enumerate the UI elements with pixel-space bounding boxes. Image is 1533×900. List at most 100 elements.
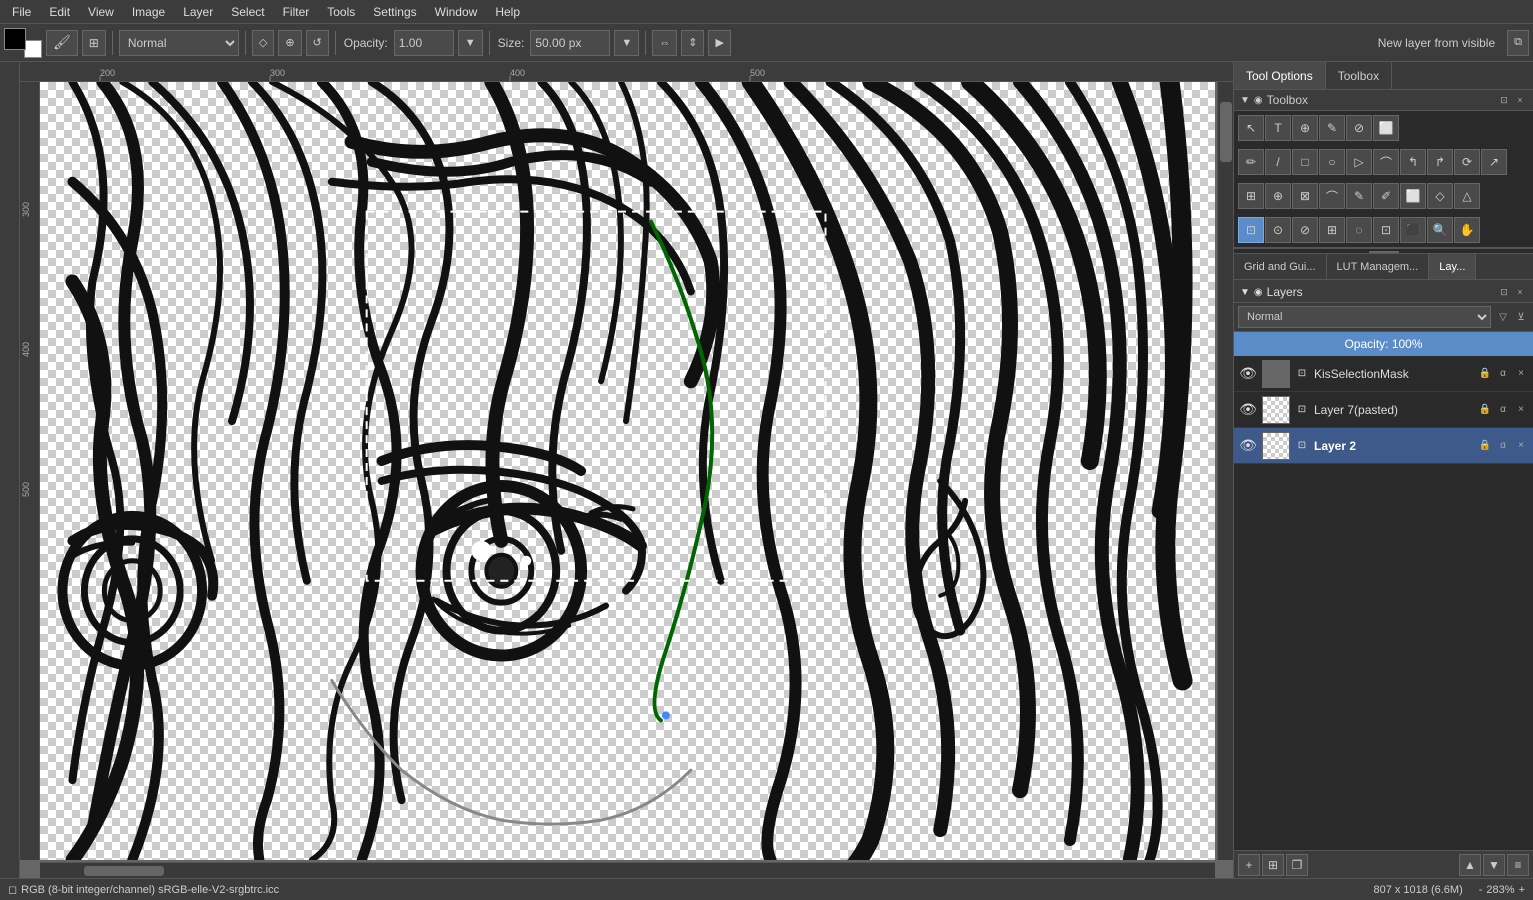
layer-item-2[interactable]: 👁 ⊡ Layer 2 🔒 α × <box>1234 428 1533 464</box>
layers-opacity-bar[interactable]: Opacity: 100% <box>1234 332 1533 356</box>
layer-settings-btn[interactable]: ≡ <box>1507 854 1529 876</box>
tool-rect-select[interactable]: ⊡ <box>1238 217 1264 243</box>
tool-freehand[interactable]: ↰ <box>1400 149 1426 175</box>
toolbox-wc-expand[interactable]: ⊡ <box>1497 93 1511 107</box>
tool-pan[interactable]: ✋ <box>1454 217 1480 243</box>
layers-mode-select[interactable]: Normal <box>1238 306 1491 328</box>
vscroll-thumb[interactable] <box>1220 102 1232 162</box>
tool-icon-grid[interactable]: ⊞ <box>82 30 106 56</box>
tool-line[interactable]: / <box>1265 149 1291 175</box>
tool-measure[interactable]: △ <box>1454 183 1480 209</box>
more-btn[interactable]: ▶ <box>708 30 730 56</box>
menu-tools[interactable]: Tools <box>319 3 363 21</box>
layer-down-btn[interactable]: ▼ <box>1483 854 1505 876</box>
tool-similar-select[interactable]: ⊡ <box>1373 217 1399 243</box>
tool-transform2[interactable]: ⊞ <box>1238 183 1264 209</box>
layer-2-visibility[interactable]: 👁 <box>1238 436 1258 456</box>
tab-toolbox[interactable]: Toolbox <box>1326 62 1392 89</box>
layer-0-lock[interactable]: 🔒 <box>1477 366 1493 382</box>
menu-window[interactable]: Window <box>427 3 486 21</box>
layer-group-btn[interactable]: ⊞ <box>1262 854 1284 876</box>
window-restore-btn[interactable]: ⧉ <box>1507 30 1529 56</box>
horizontal-scrollbar[interactable] <box>40 862 1215 878</box>
layer-item-0[interactable]: 👁 ⊡ KisSelectionMask 🔒 α × <box>1234 356 1533 392</box>
layer-1-alpha[interactable]: α <box>1495 402 1511 418</box>
tool-poly[interactable]: ▷ <box>1346 149 1372 175</box>
zoom-out-btn[interactable]: - <box>1479 884 1483 896</box>
layer-1-lock[interactable]: 🔒 <box>1477 402 1493 418</box>
layer-2-more[interactable]: × <box>1513 438 1529 454</box>
mirror-h-btn[interactable]: ⇔ <box>652 30 677 56</box>
tool-dynamic[interactable]: ↱ <box>1427 149 1453 175</box>
tool-assistant[interactable]: ↗ <box>1481 149 1507 175</box>
menu-layer[interactable]: Layer <box>175 3 221 21</box>
tool-rect[interactable]: □ <box>1292 149 1318 175</box>
size-input[interactable] <box>530 30 610 56</box>
layers-icon1[interactable]: ▽ <box>1495 309 1511 325</box>
tool-multibrush[interactable]: ⟳ <box>1454 149 1480 175</box>
tool-path[interactable]: ⌒ <box>1319 183 1345 209</box>
tool-bezier[interactable]: ⌒ <box>1373 149 1399 175</box>
tab-lut[interactable]: LUT Managem... <box>1327 254 1430 279</box>
menu-filter[interactable]: Filter <box>275 3 318 21</box>
toolbox-collapse-icon[interactable]: ▼ <box>1240 95 1250 106</box>
tool-contiguous-select[interactable]: ◌ <box>1346 217 1372 243</box>
layer-2-lock[interactable]: 🔒 <box>1477 438 1493 454</box>
tab-tool-options[interactable]: Tool Options <box>1234 62 1326 89</box>
tool-pattern[interactable]: ⊘ <box>1346 115 1372 141</box>
layer-0-chain[interactable]: α <box>1495 366 1511 382</box>
menu-help[interactable]: Help <box>487 3 528 21</box>
tool-smart[interactable]: ⬜ <box>1373 115 1399 141</box>
tool-freehand-select[interactable]: ⊞ <box>1319 217 1345 243</box>
tool-move[interactable]: ⊕ <box>1265 183 1291 209</box>
menu-view[interactable]: View <box>80 3 122 21</box>
layers-icon2[interactable]: ⊻ <box>1513 309 1529 325</box>
layer-1-visibility[interactable]: 👁 <box>1238 400 1258 420</box>
menu-edit[interactable]: Edit <box>41 3 78 21</box>
tool-grad[interactable]: ⬜ <box>1400 183 1426 209</box>
layer-2-alpha[interactable]: α <box>1495 438 1511 454</box>
tool-patch[interactable]: ◇ <box>1427 183 1453 209</box>
tool-crop[interactable]: ⊠ <box>1292 183 1318 209</box>
menu-select[interactable]: Select <box>223 3 272 21</box>
layers-wc-expand[interactable]: ⊡ <box>1497 285 1511 299</box>
tool-transform[interactable]: ⊕ <box>1292 115 1318 141</box>
tool-poly-select[interactable]: ⊘ <box>1292 217 1318 243</box>
hscroll-thumb[interactable] <box>84 866 164 876</box>
opacity-input[interactable] <box>394 30 454 56</box>
zoom-in-btn[interactable]: + <box>1519 884 1525 896</box>
mirror-v-btn[interactable]: ⇕ <box>681 30 704 56</box>
opacity-dropdown[interactable]: ▼ <box>458 30 483 56</box>
tool-fill[interactable]: ✎ <box>1319 115 1345 141</box>
layer-0-more[interactable]: × <box>1513 366 1529 382</box>
vertical-scrollbar[interactable] <box>1217 82 1233 860</box>
layer-add-btn[interactable]: + <box>1238 854 1260 876</box>
eraser-btn[interactable]: ◇ <box>252 30 274 56</box>
tool-brush[interactable]: ✏ <box>1238 149 1264 175</box>
tool-arrow[interactable]: ↖ <box>1238 115 1264 141</box>
canvas-area[interactable]: 200 300 400 500 300 400 500 <box>20 62 1233 878</box>
tool-colorpick[interactable]: ✐ <box>1373 183 1399 209</box>
background-color[interactable] <box>24 40 42 58</box>
layers-wc-close[interactable]: × <box>1513 285 1527 299</box>
size-dropdown[interactable]: ▼ <box>614 30 639 56</box>
layer-1-more[interactable]: × <box>1513 402 1529 418</box>
blend-mode-select[interactable]: Normal <box>119 30 239 56</box>
layer-item-1[interactable]: 👁 ⊡ Layer 7(pasted) 🔒 α × <box>1234 392 1533 428</box>
tool-zoom[interactable]: 🔍 <box>1427 217 1453 243</box>
tool-ellipse-select[interactable]: ⊙ <box>1265 217 1291 243</box>
tool-pencil[interactable]: ✎ <box>1346 183 1372 209</box>
tool-icon-brush[interactable]: 🖌 <box>46 30 78 56</box>
menu-file[interactable]: File <box>4 3 39 21</box>
symmetry-btn[interactable]: ⊕ <box>278 30 301 56</box>
toolbox-wc-close[interactable]: × <box>1513 93 1527 107</box>
layer-0-visibility[interactable]: 👁 <box>1238 364 1258 384</box>
canvas-container[interactable] <box>40 82 1215 860</box>
tab-layers[interactable]: Lay... <box>1429 254 1476 279</box>
tool-ellipse[interactable]: ○ <box>1319 149 1345 175</box>
refresh-btn[interactable]: ↺ <box>306 30 329 56</box>
layers-collapse-icon[interactable]: ▼ <box>1240 287 1250 298</box>
tool-magnet-select[interactable]: ⬛ <box>1400 217 1426 243</box>
tool-text[interactable]: T <box>1265 115 1291 141</box>
foreground-color[interactable] <box>4 28 26 50</box>
